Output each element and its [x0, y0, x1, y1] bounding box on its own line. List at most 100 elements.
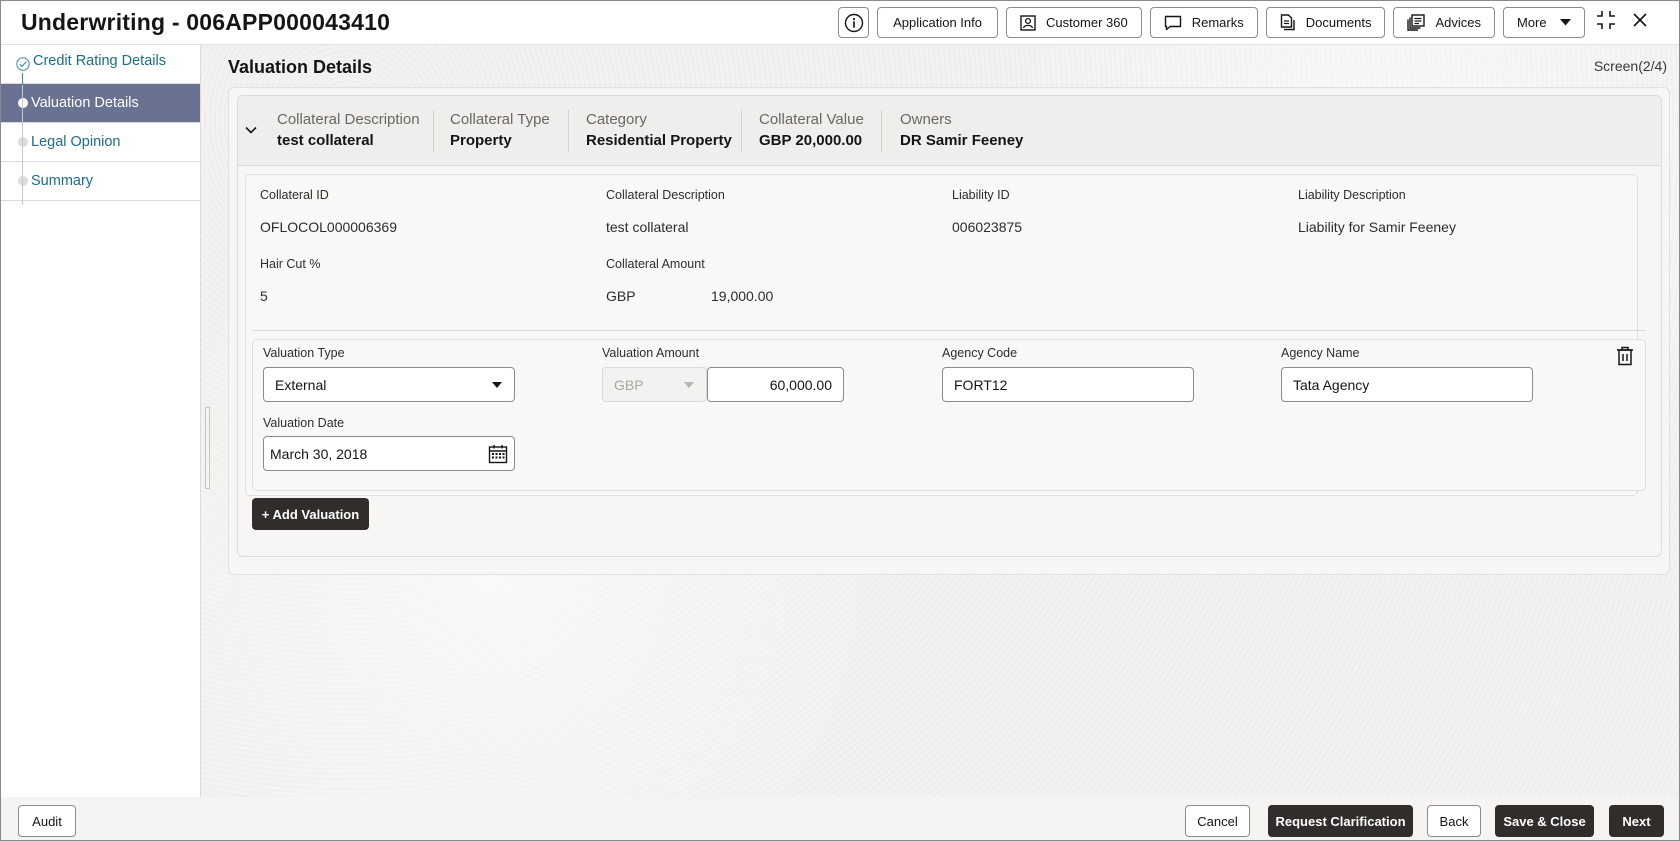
summary-value: GBP 20,000.00 [759, 132, 863, 149]
currency-value: GBP [614, 376, 644, 393]
step-label: Credit Rating Details [33, 53, 166, 69]
panel-resize-handle[interactable] [205, 407, 210, 489]
valuation-amount-input[interactable]: 60,000.00 [707, 367, 844, 402]
summary-collateral-description: Collateral Description test collateral [277, 111, 432, 149]
divider [741, 110, 742, 152]
customer-360-label: Customer 360 [1046, 15, 1128, 30]
chevron-down-icon [244, 124, 258, 141]
summary-value: DR Samir Feeney [900, 132, 1024, 149]
cancel-button[interactable]: Cancel [1185, 805, 1250, 837]
summary-value: test collateral [277, 132, 374, 149]
liability-description-value: Liability for Samir Feeney [1298, 219, 1456, 235]
valuation-currency-select: GBP [602, 367, 707, 402]
documents-label: Documents [1305, 15, 1372, 30]
expand-collapse-toggle[interactable] [244, 123, 258, 137]
summary-collateral-value: Collateral Value GBP 20,000.00 [759, 111, 876, 149]
caret-down-icon [1560, 19, 1571, 26]
liability-id-label: Liability ID [952, 188, 1010, 202]
step-connector [22, 85, 23, 205]
step-legal-opinion[interactable]: Legal Opinion [1, 123, 200, 162]
customer-icon [1020, 14, 1036, 31]
trash-icon [1616, 346, 1634, 370]
step-navigation: Credit Rating Details Valuation Details … [1, 45, 201, 797]
agency-name-value: Tata Agency [1293, 376, 1370, 393]
step-indicator-active [18, 98, 28, 108]
caret-down-icon [492, 382, 502, 388]
valuation-type-label: Valuation Type [263, 346, 345, 360]
application-info-button[interactable]: Application Info [877, 7, 999, 38]
customer-360-button[interactable]: Customer 360 [1006, 7, 1142, 38]
section-title: Valuation Details [228, 57, 373, 77]
collateral-id-label: Collateral ID [260, 188, 329, 202]
save-close-button[interactable]: Save & Close [1495, 805, 1594, 837]
caret-down-icon [684, 382, 694, 388]
collateral-amount-label: Collateral Amount [606, 257, 705, 271]
summary-label: Owners [900, 111, 952, 128]
request-clarification-button[interactable]: Request Clarification [1268, 805, 1413, 837]
hair-cut-value: 5 [260, 288, 268, 304]
audit-button[interactable]: Audit [18, 805, 76, 837]
valuation-type-value: External [275, 376, 327, 393]
step-credit-rating-details[interactable]: Credit Rating Details [1, 45, 200, 84]
summary-value: Property [450, 132, 512, 149]
valuation-date-value: March 30, 2018 [270, 445, 368, 462]
step-connector [22, 73, 23, 85]
next-button[interactable]: Next [1609, 805, 1664, 837]
remarks-button[interactable]: Remarks [1149, 7, 1258, 38]
documents-button[interactable]: Documents [1265, 7, 1386, 38]
liability-id-value: 006023875 [952, 219, 1023, 235]
collateral-id-value: OFLOCOL000006369 [260, 219, 397, 235]
agency-code-value: FORT12 [954, 376, 1008, 393]
divider [252, 330, 1646, 331]
step-valuation-details[interactable]: Valuation Details [1, 84, 200, 123]
summary-label: Collateral Description [277, 111, 420, 128]
valuation-amount-label: Valuation Amount [602, 346, 700, 360]
collateral-amount-currency: GBP [606, 288, 636, 304]
back-button[interactable]: Back [1427, 805, 1481, 837]
advices-button[interactable]: Advices [1393, 7, 1495, 38]
summary-label: Collateral Type [450, 111, 550, 128]
divider [881, 110, 882, 152]
summary-collateral-type: Collateral Type Property [450, 111, 562, 149]
more-menu-button[interactable]: More [1503, 7, 1585, 38]
minimize-button[interactable] [1593, 10, 1619, 36]
advices-label: Advices [1435, 15, 1481, 30]
step-label: Legal Opinion [31, 134, 121, 150]
info-button[interactable] [838, 7, 870, 38]
collapse-icon [1596, 10, 1616, 35]
valuation-date-label: Valuation Date [263, 416, 345, 430]
valuation-date-input[interactable]: March 30, 2018 [263, 436, 515, 471]
summary-category: Category Residential Property [586, 111, 744, 149]
step-summary[interactable]: Summary [1, 162, 200, 201]
hair-cut-label: Hair Cut % [260, 257, 321, 271]
header-actions: Application Info Customer 360 Remarks Do… [838, 7, 1653, 38]
summary-label: Collateral Value [759, 111, 864, 128]
application-info-label: Application Info [893, 15, 982, 30]
more-label: More [1517, 15, 1547, 30]
page-header-title: Underwriting - 006APP000043410 [21, 9, 391, 35]
comment-icon [1164, 15, 1182, 31]
agency-name-input[interactable]: Tata Agency [1281, 367, 1533, 402]
delete-valuation-button[interactable] [1616, 346, 1636, 368]
valuation-type-select[interactable]: External [263, 367, 515, 402]
screen-indicator: Screen(2/4) [1593, 58, 1667, 74]
collateral-amount-value: 19,000.00 [711, 288, 774, 304]
divider [568, 110, 569, 152]
app-header: Underwriting - 006APP000043410 Applicati… [1, 1, 1679, 45]
valuation-amount-value: 60,000.00 [769, 376, 832, 393]
calendar-icon[interactable] [488, 444, 508, 467]
step-indicator [18, 137, 28, 147]
divider [433, 110, 434, 152]
add-valuation-button[interactable]: + Add Valuation [252, 498, 369, 530]
collateral-description-label: Collateral Description [606, 188, 725, 202]
agency-code-input[interactable]: FORT12 [942, 367, 1194, 402]
liability-description-label: Liability Description [1298, 188, 1406, 202]
info-icon [844, 13, 864, 33]
close-icon [1632, 12, 1648, 33]
remarks-label: Remarks [1191, 15, 1244, 30]
summary-label: Category [586, 111, 647, 128]
advices-icon [1407, 14, 1426, 31]
close-button[interactable] [1627, 10, 1653, 36]
step-label: Summary [31, 173, 94, 189]
step-indicator [18, 176, 28, 186]
